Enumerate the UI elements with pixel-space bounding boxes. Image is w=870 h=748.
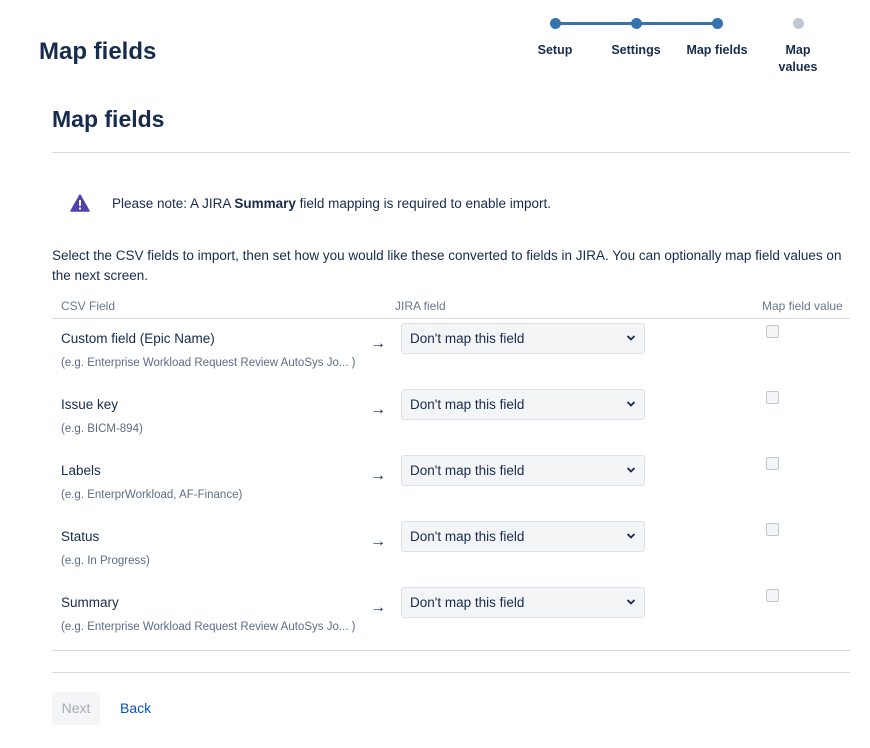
progress-dot-setup <box>550 18 561 29</box>
table-row: Summary (e.g. Enterprise Workload Reques… <box>52 587 850 661</box>
progress-step-map-values: Map values <box>778 43 818 74</box>
csv-field-name: Status <box>61 529 100 544</box>
warning-icon <box>70 194 90 212</box>
jira-field-select[interactable]: Don't map this field <box>401 521 645 552</box>
warning-text-prefix: Please note: A JIRA <box>112 195 235 211</box>
csv-field-name: Labels <box>61 463 101 478</box>
chevron-down-icon <box>626 599 636 605</box>
map-field-value-checkbox[interactable] <box>766 391 779 404</box>
progress-step-setup: Setup <box>537 43 573 57</box>
arrow-icon: → <box>370 599 386 616</box>
progress-dot-map-fields <box>712 18 723 29</box>
progress-tracker: Setup Settings Map fields Map values <box>515 14 840 80</box>
csv-field-example: (e.g. Enterprise Workload Request Review… <box>61 621 356 633</box>
table-row: Labels (e.g. EnterprWorkload, AF-Finance… <box>52 455 850 529</box>
map-field-value-checkbox[interactable] <box>766 457 779 470</box>
divider <box>52 152 850 153</box>
progress-step-settings: Settings <box>611 43 661 57</box>
csv-field-name: Issue key <box>61 397 119 412</box>
chevron-down-icon <box>626 401 636 407</box>
arrow-icon: → <box>370 467 386 484</box>
column-header-map-field-value: Map field value <box>762 299 843 313</box>
jira-field-select-value: Don't map this field <box>410 397 525 412</box>
warning-text-bold: Summary <box>234 195 296 211</box>
jira-field-select[interactable]: Don't map this field <box>401 389 645 420</box>
column-header-jira-field: JIRA field <box>395 299 446 313</box>
csv-field-example: (e.g. EnterprWorkload, AF-Finance) <box>61 489 243 501</box>
column-header-csv-field: CSV Field <box>61 299 116 313</box>
csv-field-example: (e.g. BICM-894) <box>61 423 143 435</box>
table-bottom-divider <box>52 650 850 651</box>
arrow-icon: → <box>370 533 386 550</box>
jira-field-select-value: Don't map this field <box>410 463 525 478</box>
map-field-value-checkbox[interactable] <box>766 523 779 536</box>
chevron-down-icon <box>626 335 636 341</box>
arrow-icon: → <box>370 401 386 418</box>
page-title: Map fields <box>39 38 157 65</box>
back-link[interactable]: Back <box>120 692 151 725</box>
csv-field-example: (e.g. In Progress) <box>61 555 150 567</box>
progress-step-map-fields: Map fields <box>686 43 748 57</box>
progress-dot-map-values <box>793 18 804 29</box>
table-header-divider <box>52 318 850 319</box>
csv-field-example: (e.g. Enterprise Workload Request Review… <box>61 357 356 369</box>
jira-field-select[interactable]: Don't map this field <box>401 587 645 618</box>
jira-field-select-value: Don't map this field <box>410 331 525 346</box>
table-row: Custom field (Epic Name) (e.g. Enterpris… <box>52 323 850 397</box>
csv-field-name: Custom field (Epic Name) <box>61 331 215 346</box>
jira-field-select-value: Don't map this field <box>410 595 525 610</box>
table-row: Status (e.g. In Progress) → Don't map th… <box>52 521 850 595</box>
progress-dot-settings <box>631 18 642 29</box>
chevron-down-icon <box>626 533 636 539</box>
jira-field-select[interactable]: Don't map this field <box>401 455 645 486</box>
map-field-value-checkbox[interactable] <box>766 589 779 602</box>
csv-field-name: Summary <box>61 595 119 610</box>
jira-field-select[interactable]: Don't map this field <box>401 323 645 354</box>
warning-text-suffix: field mapping is required to enable impo… <box>295 195 552 211</box>
map-field-value-checkbox[interactable] <box>766 325 779 338</box>
section-title: Map fields <box>52 106 165 132</box>
footer-divider <box>52 672 850 673</box>
arrow-icon: → <box>370 335 386 352</box>
warning-message: Please note: A JIRA Summary field mappin… <box>70 194 551 212</box>
chevron-down-icon <box>626 467 636 473</box>
next-button[interactable]: Next <box>52 692 100 725</box>
intro-text: Select the CSV fields to import, then se… <box>52 248 842 283</box>
jira-field-select-value: Don't map this field <box>410 529 525 544</box>
table-row: Issue key (e.g. BICM-894) → Don't map th… <box>52 389 850 463</box>
